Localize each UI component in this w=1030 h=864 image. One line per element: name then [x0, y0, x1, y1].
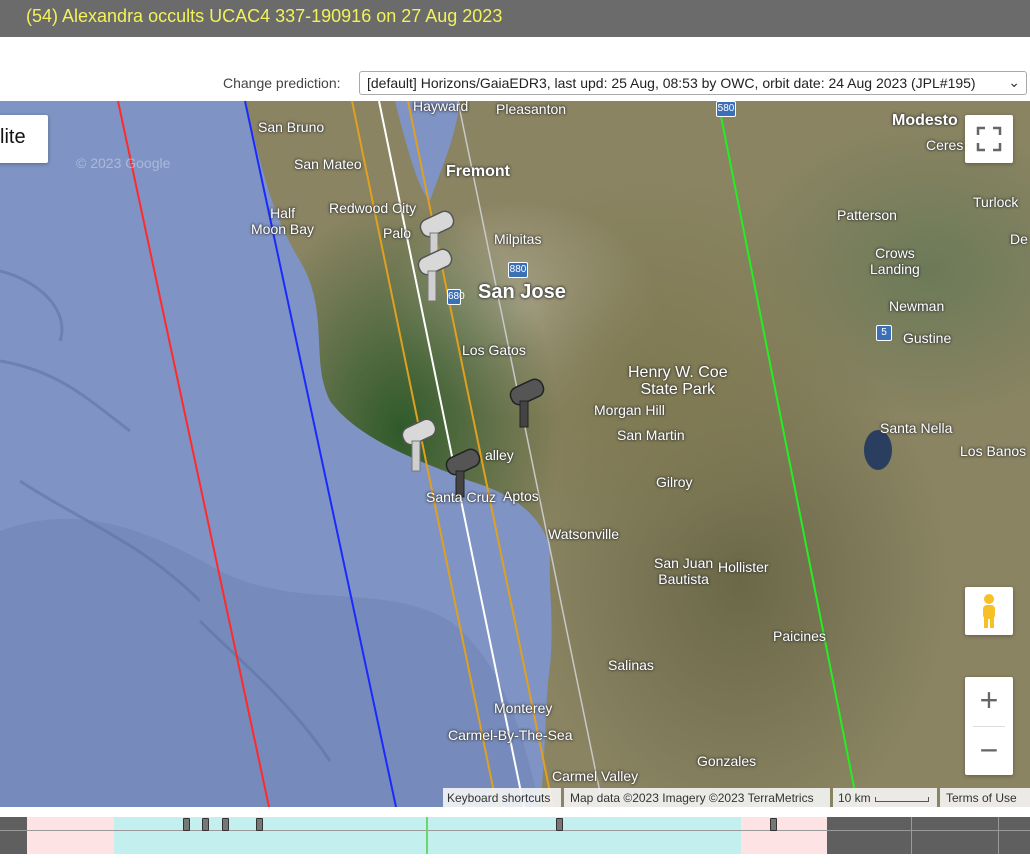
highway-shield: 680 [447, 289, 465, 305]
place-label: Patterson [837, 207, 897, 223]
place-label: Palo [383, 225, 412, 241]
place-label: Salinas [608, 657, 654, 673]
place-label: San Juan Bautista [654, 555, 714, 587]
place-label: Santa Cruz [426, 489, 497, 505]
place-label: Henry W. Coe State Park [628, 364, 728, 398]
place-label: San Jose [478, 281, 566, 303]
highway-shield: 880 [508, 262, 528, 278]
timeline-marker[interactable] [202, 818, 209, 831]
place-label: Hayward [413, 101, 469, 114]
place-label: San Mateo [294, 156, 362, 172]
fullscreen-icon [976, 126, 1002, 152]
pegman-icon [983, 594, 995, 628]
timeline-marker[interactable] [256, 818, 263, 831]
terms-of-use-link[interactable]: Terms of Use [940, 788, 1030, 807]
place-label: Carmel-By-The-Sea [448, 727, 573, 743]
prediction-selected-value: [default] Horizons/GaiaEDR3, last upd: 2… [367, 75, 976, 91]
zoom-control: + − [965, 677, 1013, 775]
page-title: (54) Alexandra occults UCAC4 337-190916 … [26, 6, 503, 26]
place-label: Hollister [718, 559, 769, 575]
lake [864, 430, 892, 470]
place-label: Monterey [494, 700, 553, 716]
place-label: Santa Nella [880, 420, 953, 436]
keyboard-shortcuts-text: Keyboard shortcuts [447, 791, 551, 805]
keyboard-shortcuts-link[interactable]: Keyboard shortcuts [443, 788, 561, 807]
fullscreen-button[interactable] [965, 115, 1013, 163]
chevron-down-icon: ⌄ [1008, 74, 1020, 90]
timeline-divider [998, 817, 999, 854]
place-label: alley [485, 447, 514, 463]
map-type-button[interactable]: lite [0, 115, 48, 163]
place-label: Morgan Hill [594, 402, 665, 418]
zoom-in-button[interactable]: + [965, 677, 1013, 725]
place-label: Pleasanton [496, 101, 567, 117]
place-label: De [1010, 231, 1028, 247]
place-label: San Martin [617, 427, 685, 443]
timeline-pink-segment [741, 817, 827, 854]
place-label: Los Gatos [462, 342, 526, 358]
place-label: Paicines [773, 628, 826, 644]
timeline-marker[interactable] [222, 818, 229, 831]
telescope-icon[interactable] [508, 377, 546, 428]
place-label: Gonzales [697, 753, 757, 769]
place-label: San Bruno [258, 119, 325, 135]
place-label: Half Moon Bay [251, 205, 315, 237]
map-view[interactable]: © 2023 Google Hayward Pleasanton San Bru… [0, 101, 1030, 807]
place-label: Modesto [892, 112, 958, 129]
timeline-marker[interactable] [556, 818, 563, 831]
place-label: Los Banos [960, 443, 1027, 459]
highway-shield: 580 [716, 101, 736, 117]
map-type-label: lite [0, 126, 26, 148]
timeline-marker[interactable] [183, 818, 190, 831]
timeline-pink-segment [27, 817, 114, 854]
scale-control[interactable]: 10 km [833, 788, 937, 807]
place-label: Gilroy [656, 474, 693, 490]
place-label: Crows Landing [870, 245, 920, 277]
map-watermark: © 2023 Google [76, 155, 171, 171]
timeline[interactable] [0, 817, 1030, 854]
prediction-label: Change prediction: [223, 75, 341, 91]
place-label: Watsonville [548, 526, 620, 542]
timeline-marker[interactable] [770, 818, 777, 831]
street-view-button[interactable] [965, 587, 1013, 635]
timeline-center-line [426, 817, 428, 854]
map-data-attribution: Map data ©2023 Imagery ©2023 TerraMetric… [564, 788, 830, 807]
place-label: Gustine [903, 330, 952, 346]
scale-bar [875, 797, 929, 802]
prediction-select[interactable]: [default] Horizons/GaiaEDR3, last upd: 2… [359, 71, 1027, 95]
timeline-divider [911, 817, 912, 854]
place-label: Fremont [446, 163, 510, 180]
place-label: Milpitas [494, 231, 542, 247]
title-bar: (54) Alexandra occults UCAC4 337-190916 … [0, 0, 1030, 37]
place-label: Redwood City [329, 200, 417, 216]
place-label: Aptos [503, 488, 539, 504]
zoom-out-button[interactable]: − [965, 727, 1013, 775]
place-label: Newman [889, 298, 945, 314]
place-label: Carmel Valley [552, 768, 639, 784]
place-label: Ceres [926, 137, 964, 153]
bay [395, 101, 460, 201]
timeline-midline [0, 830, 1030, 831]
prediction-row: Change prediction: [default] Horizons/Ga… [0, 37, 1030, 101]
highway-shield: 5 [876, 325, 892, 341]
map-data-text: Map data ©2023 Imagery ©2023 TerraMetric… [570, 791, 814, 805]
terms-text: Terms of Use [946, 791, 1017, 805]
place-label: Turlock [973, 194, 1019, 210]
scale-text: 10 km [838, 791, 871, 805]
